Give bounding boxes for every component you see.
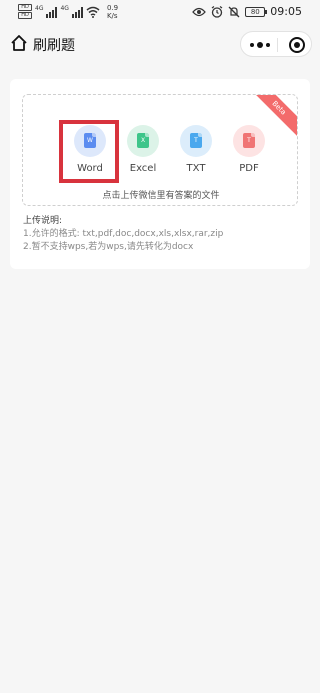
signal-icon xyxy=(46,6,58,18)
status-left: HD HD 4G 4G 0.9 K/s xyxy=(18,4,118,20)
file-type-txt[interactable]: T TXT xyxy=(176,125,216,174)
battery-level: 80 xyxy=(250,7,260,16)
upload-hint: 点击上传微信里有答案的文件 xyxy=(102,191,220,201)
clock: 09:05 xyxy=(270,5,302,18)
file-type-list: W Word X Excel T TXT T PDF xyxy=(70,125,270,177)
hd-bottom-label: HD xyxy=(18,12,32,19)
status-bar: HD HD 4G 4G 0.9 K/s 80 09:05 xyxy=(0,0,320,26)
nav-bar: 刷刷题 xyxy=(0,26,320,62)
status-right: 80 09:05 xyxy=(192,5,302,18)
hd-indicator: HD HD xyxy=(18,4,32,19)
file-type-label: TXT xyxy=(186,163,206,174)
mute-icon xyxy=(228,6,240,17)
excel-icon-circle: X xyxy=(127,125,159,157)
file-type-word[interactable]: W Word xyxy=(70,125,110,174)
notes-line-1: 1.允许的格式: txt,pdf,doc,docx,xls,xlsx,rar,z… xyxy=(23,229,224,239)
upload-area[interactable]: Beta W Word X Excel T TXT T PDF 点击上传微信里有… xyxy=(22,94,298,206)
mini-program-capsule xyxy=(240,31,312,57)
file-type-label: Word xyxy=(77,163,103,174)
network-type-2: 4G xyxy=(60,5,69,12)
speed-unit: K/s xyxy=(106,12,118,20)
excel-icon: X xyxy=(137,133,149,148)
target-close-icon[interactable] xyxy=(289,37,305,53)
pdf-icon-circle: T xyxy=(233,125,265,157)
pdf-icon: T xyxy=(243,133,255,148)
more-dots-icon[interactable] xyxy=(250,42,270,48)
network-type-1: 4G xyxy=(35,5,44,12)
wifi-icon xyxy=(86,6,100,18)
alarm-icon xyxy=(211,5,223,18)
capsule-divider xyxy=(277,38,278,52)
battery-icon: 80 xyxy=(245,6,268,17)
speed-value: 0.9 xyxy=(106,4,119,12)
home-icon[interactable] xyxy=(10,34,28,52)
hd-top-label: HD xyxy=(18,4,32,11)
upload-notes: 上传说明: 1.允许的格式: txt,pdf,doc,docx,xls,xlsx… xyxy=(23,215,223,254)
word-icon: W xyxy=(84,133,96,148)
network-speed: 0.9 K/s xyxy=(107,4,118,20)
page-title: 刷刷题 xyxy=(33,38,75,54)
file-type-label: Excel xyxy=(129,163,157,174)
notes-line-2: 2.暂不支持wps,若为wps,请先转化为docx xyxy=(23,242,194,252)
eye-icon xyxy=(192,7,207,16)
txt-icon-circle: T xyxy=(180,125,212,157)
upload-card: Beta W Word X Excel T TXT T PDF 点击上传微信里有… xyxy=(10,79,310,269)
file-type-label: PDF xyxy=(239,163,259,174)
notes-title: 上传说明: xyxy=(23,216,63,226)
signal-icon-2 xyxy=(71,6,83,18)
file-type-pdf[interactable]: T PDF xyxy=(229,125,269,174)
word-icon-circle: W xyxy=(74,125,106,157)
file-type-excel[interactable]: X Excel xyxy=(123,125,163,174)
txt-icon: T xyxy=(190,133,202,148)
